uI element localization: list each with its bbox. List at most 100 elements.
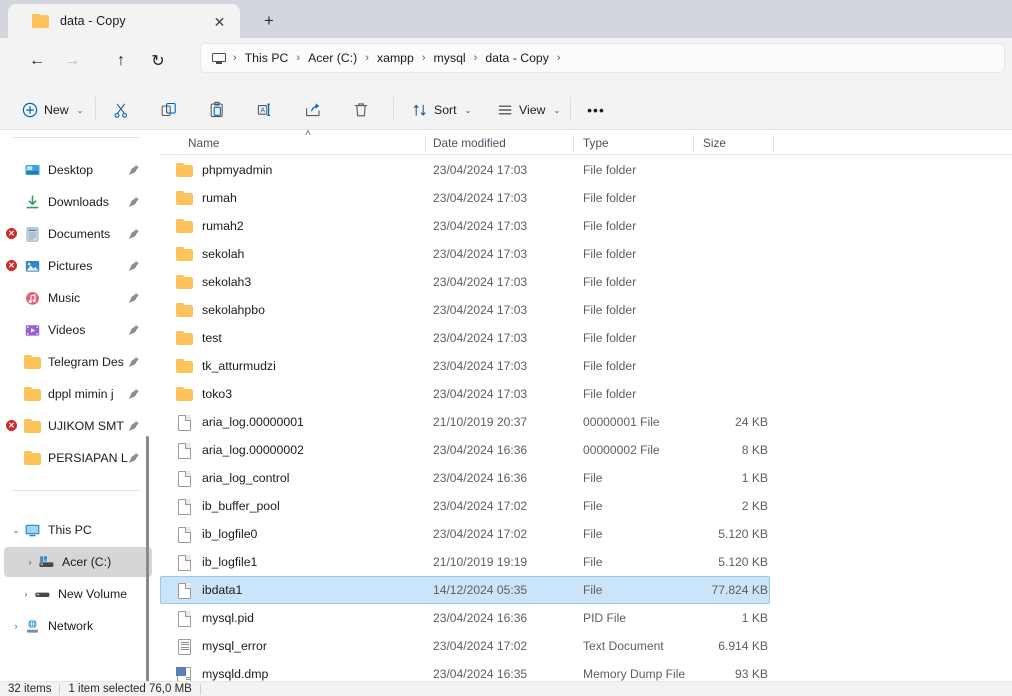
file-name-cell: aria_log_control [176,464,290,492]
folder-icon [176,162,193,179]
date-modified-cell: 23/04/2024 17:02 [433,499,528,513]
table-row[interactable]: sekolah 23/04/2024 17:03 File folder [160,240,1012,268]
file-name-cell: aria_log.00000001 [176,408,304,436]
folder-icon [176,358,193,375]
document-icon [24,226,41,242]
sidebar-item-desktop[interactable]: Desktop [0,155,152,185]
breadcrumb-item-acer-c[interactable]: Acer (C:) [303,49,362,67]
new-button[interactable]: New ⌄ [14,95,91,125]
sidebar-item-this-pc[interactable]: ⌄ This PC [0,515,152,545]
sidebar-item-label: PERSIAPAN L [48,451,128,465]
sidebar-item-acer-c[interactable]: › Acer (C:) [4,547,152,577]
delete-button[interactable] [344,94,378,126]
pin-icon [129,164,140,176]
column-divider[interactable] [573,135,574,152]
file-name-cell: sekolahpbo [176,296,265,324]
sidebar-item-ujikom-smt[interactable]: ✕ UJIKOM SMT [0,411,152,441]
table-row[interactable]: rumah2 23/04/2024 17:03 File folder [160,212,1012,240]
table-row[interactable]: mysql.pid 23/04/2024 16:36 PID File 1 KB [160,604,1012,632]
column-divider[interactable] [425,135,426,152]
memory-dump-icon [176,666,193,683]
paste-button[interactable] [200,94,234,126]
column-header-date-modified[interactable]: Date modified [433,136,506,150]
type-cell: File [583,471,603,485]
sync-error-icon: ✕ [5,227,18,240]
copy-button[interactable] [152,94,186,126]
table-row[interactable]: sekolah3 23/04/2024 17:03 File folder [160,268,1012,296]
type-cell: File folder [583,247,637,261]
table-row[interactable]: ib_logfile0 23/04/2024 17:02 File 5.120 … [160,520,1012,548]
forward-icon[interactable]: → [56,46,88,76]
column-header-size[interactable]: Size [703,136,726,150]
table-row[interactable]: test 23/04/2024 17:03 File folder [160,324,1012,352]
breadcrumb-item-this-pc[interactable]: This PC [240,49,294,67]
view-button[interactable]: View ⌄ [489,95,568,125]
up-icon[interactable]: ↑ [105,46,137,76]
sidebar-item-label: Acer (C:) [62,555,112,569]
file-name-cell: test [176,324,222,352]
column-divider[interactable] [693,135,694,152]
refresh-icon[interactable]: ↻ [142,46,174,76]
sidebar-item-downloads[interactable]: Downloads [0,187,152,217]
sidebar-item-network[interactable]: › Network [0,611,152,641]
cut-button[interactable] [104,94,138,126]
column-divider[interactable] [773,135,774,152]
size-cell: 2 KB [741,499,768,513]
close-icon[interactable]: ✕ [211,13,228,30]
sidebar-item-documents[interactable]: ✕ Documents [0,219,152,249]
table-row[interactable]: sekolahpbo 23/04/2024 17:03 File folder [160,296,1012,324]
chevron-down-icon[interactable]: ⌄ [8,525,24,536]
date-modified-cell: 23/04/2024 17:03 [433,191,528,205]
table-row[interactable]: phpmyadmin 23/04/2024 17:03 File folder [160,156,1012,184]
folder-icon [24,387,41,402]
sidebar-item-label: Desktop [48,163,94,177]
sidebar-item-pictures[interactable]: ✕ Pictures [0,251,152,281]
sidebar-scrollbar[interactable] [146,436,149,681]
table-row[interactable]: aria_log_control 23/04/2024 16:36 File 1… [160,464,1012,492]
breadcrumb-item-data-copy[interactable]: data - Copy [480,49,554,67]
chevron-right-icon[interactable]: › [22,557,38,567]
table-row[interactable]: aria_log.00000002 23/04/2024 16:36 00000… [160,436,1012,464]
table-row[interactable]: aria_log.00000001 21/10/2019 20:37 00000… [160,408,1012,436]
breadcrumb-item-xampp[interactable]: xampp [372,49,419,67]
more-options-button[interactable]: ••• [579,94,613,126]
column-header-type[interactable]: Type [583,136,609,150]
clipboard-icon [210,101,223,118]
tab-data-copy[interactable]: data - Copy ✕ [8,4,240,38]
rename-button[interactable]: A [248,94,282,126]
pin-icon [129,452,140,464]
sidebar-item-new-volume[interactable]: › New Volume (I [0,579,152,609]
file-name-label: toko3 [202,387,233,401]
file-icon [176,442,193,459]
breadcrumb-item-mysql[interactable]: mysql [429,49,471,67]
table-row[interactable]: toko3 23/04/2024 17:03 File folder [160,380,1012,408]
file-name-cell: ib_logfile1 [176,548,257,576]
chevron-down-icon: ⌄ [553,105,561,115]
type-cell: File folder [583,275,637,289]
file-name-label: phpmyadmin [202,163,273,177]
breadcrumb-separator: › [296,52,301,64]
sidebar-item-persiapan[interactable]: PERSIAPAN L [0,443,152,473]
pin-icon [129,356,140,368]
chevron-right-icon[interactable]: › [8,621,24,631]
column-header-name[interactable]: Name [188,136,219,150]
sidebar-item-dppl-mimin[interactable]: dppl mimin j [0,379,152,409]
table-row-selected[interactable]: ibdata1 14/12/2024 05:35 File 77.824 KB [160,576,770,604]
share-button[interactable] [296,94,330,126]
chevron-right-icon[interactable]: › [18,589,34,599]
address-bar[interactable]: › This PC › Acer (C:) › xampp › mysql › … [200,43,1005,73]
table-row[interactable]: mysql_error 23/04/2024 17:02 Text Docume… [160,632,1012,660]
table-row[interactable]: rumah 23/04/2024 17:03 File folder [160,184,1012,212]
sidebar-item-telegram-desktop[interactable]: Telegram Des [0,347,152,377]
file-name-label: tk_atturmudzi [202,359,276,373]
sidebar-item-music[interactable]: Music [0,283,152,313]
table-row[interactable]: ib_logfile1 21/10/2019 19:19 File 5.120 … [160,548,1012,576]
sidebar-item-videos[interactable]: Videos [0,315,152,345]
back-icon[interactable]: ← [21,46,53,76]
sort-button[interactable]: Sort ⌄ [404,95,479,125]
table-row[interactable]: tk_atturmudzi 23/04/2024 17:03 File fold… [160,352,1012,380]
new-tab-button[interactable]: + [255,8,283,34]
table-row[interactable]: ib_buffer_pool 23/04/2024 17:02 File 2 K… [160,492,1012,520]
text-document-icon [176,638,193,655]
sidebar-item-label: New Volume (I [58,587,130,601]
